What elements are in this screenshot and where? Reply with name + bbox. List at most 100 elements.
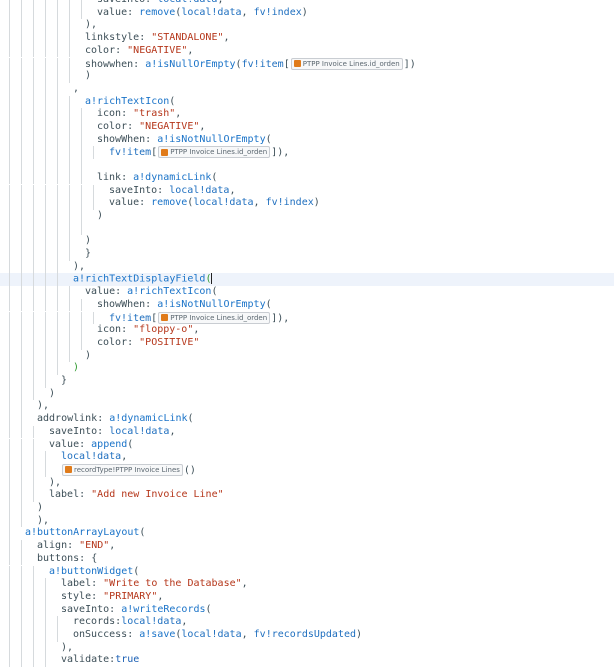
- code-line[interactable]: color: "POSITIVE": [0, 336, 614, 350]
- code-line[interactable]: ): [0, 209, 614, 223]
- code-line[interactable]: ),: [0, 19, 614, 33]
- code-line[interactable]: recordType!PTPP Invoice Lines(): [0, 463, 614, 477]
- code-line[interactable]: ),: [0, 514, 614, 528]
- code-line[interactable]: ): [0, 235, 614, 248]
- code-line[interactable]: value: append(: [0, 438, 614, 452]
- record-field-chip[interactable]: PTPP Invoice Lines.id_orden: [290, 57, 403, 70]
- code-line[interactable]: local!data,: [0, 451, 614, 464]
- code-line-content: showWhen: a!isNotNullOrEmpty(: [97, 134, 272, 147]
- record-field-chip[interactable]: PTPP Invoice Lines.id_orden: [158, 146, 271, 159]
- code-line[interactable]: records:local!data,: [0, 616, 614, 629]
- code-line[interactable]: ): [0, 70, 614, 83]
- indent-guide: [9, 413, 10, 426]
- code-line[interactable]: saveInto: local!data,: [0, 184, 614, 198]
- indent-guide: [21, 349, 22, 363]
- code-line[interactable]: showWhen: a!isNotNullOrEmpty(: [0, 133, 614, 147]
- code-line[interactable]: a!richTextIcon(: [0, 95, 614, 109]
- code-line[interactable]: ): [0, 349, 614, 363]
- code-line[interactable]: }: [0, 375, 614, 388]
- code-line[interactable]: icon: "trash",: [0, 108, 614, 121]
- code-line[interactable]: ,: [0, 82, 614, 96]
- code-line[interactable]: [0, 159, 614, 172]
- code-line[interactable]: style: "PRIMARY",: [0, 590, 614, 604]
- code-line-current[interactable]: a!richTextDisplayField(: [0, 273, 614, 287]
- indent-guide: [45, 336, 46, 350]
- code-token: ,: [241, 6, 254, 18]
- indent-guide: [33, 578, 34, 591]
- code-line[interactable]: }: [0, 248, 614, 261]
- indent-guide: [45, 121, 46, 134]
- code-line[interactable]: label: "Add new Invoice Line": [0, 489, 614, 502]
- record-field-chip[interactable]: PTPP Invoice Lines.id_orden: [158, 311, 271, 324]
- code-line[interactable]: ): [0, 502, 614, 515]
- indent-guide: [57, 44, 58, 58]
- code-line[interactable]: a!buttonWidget(: [0, 565, 614, 579]
- code-line[interactable]: value: remove(local!data, fv!index): [0, 6, 614, 20]
- code-line[interactable]: value: remove(local!data, fv!index): [0, 197, 614, 210]
- indent-guide: [9, 184, 10, 198]
- indent-guide: [45, 654, 46, 668]
- indent-guide: [21, 0, 22, 7]
- code-token: value: [49, 438, 80, 450]
- record-field-chip[interactable]: recordType!PTPP Invoice Lines: [62, 463, 183, 476]
- indent-guide: [45, 248, 46, 261]
- code-line[interactable]: validate:true: [0, 654, 614, 668]
- indent-guide: [57, 121, 58, 134]
- code-token: ]),: [271, 147, 290, 159]
- code-token: :: [145, 133, 158, 145]
- code-line[interactable]: ),: [0, 476, 614, 490]
- code-line[interactable]: label: "Write to the Database",: [0, 578, 614, 591]
- indent-guide: [45, 171, 46, 185]
- code-line[interactable]: ): [0, 362, 614, 375]
- code-token: style: [61, 590, 92, 602]
- code-line[interactable]: align: "END",: [0, 540, 614, 553]
- code-line[interactable]: value: a!richTextIcon(: [0, 286, 614, 299]
- code-line[interactable]: ),: [0, 260, 614, 274]
- code-token: ): [49, 387, 56, 399]
- code-line[interactable]: a!buttonArrayLayout(: [0, 527, 614, 541]
- code-line[interactable]: saveInto: local!data,: [0, 0, 614, 7]
- indent-guide: [21, 133, 22, 147]
- code-line[interactable]: ),: [0, 641, 614, 655]
- indent-guide: [45, 235, 46, 248]
- code-line[interactable]: color: "NEGATIVE",: [0, 121, 614, 134]
- code-line[interactable]: fv!item[PTPP Invoice Lines.id_orden]),: [0, 311, 614, 325]
- code-line-content: showwhen: a!isNullOrEmpty(fv!item[PTPP I…: [85, 57, 416, 72]
- code-line[interactable]: color: "NEGATIVE",: [0, 44, 614, 58]
- code-line[interactable]: saveInto: a!writeRecords(: [0, 603, 614, 617]
- code-token: showWhen: [97, 133, 146, 145]
- indent-guide: [45, 273, 46, 287]
- indent-guide: [9, 616, 10, 629]
- code-line[interactable]: buttons: {: [0, 552, 614, 566]
- code-line[interactable]: addrowlink: a!dynamicLink(: [0, 413, 614, 426]
- code-line[interactable]: showWhen: a!isNotNullOrEmpty(: [0, 298, 614, 312]
- code-line[interactable]: ): [0, 387, 614, 401]
- code-line[interactable]: link: a!dynamicLink(: [0, 171, 614, 185]
- code-editor[interactable]: saveInto: local!data,value: remove(local…: [0, 0, 614, 669]
- code-line[interactable]: icon: "floppy-o",: [0, 324, 614, 337]
- code-line[interactable]: fv!item[PTPP Invoice Lines.id_orden]),: [0, 146, 614, 160]
- code-line-content: value: append(: [49, 439, 133, 452]
- indent-guide: [81, 133, 82, 147]
- indent-guide: [81, 6, 82, 20]
- indent-guide: [21, 209, 22, 223]
- code-line[interactable]: onSuccess: a!save(local!data, fv!records…: [0, 629, 614, 642]
- code-token: fv!item: [109, 312, 152, 324]
- code-token: ,: [229, 184, 236, 196]
- code-line[interactable]: showwhen: a!isNullOrEmpty(fv!item[PTPP I…: [0, 57, 614, 72]
- code-line-content: align: "END",: [37, 540, 115, 553]
- code-token: :: [115, 44, 128, 56]
- code-line[interactable]: saveInto: local!data,: [0, 425, 614, 439]
- code-token: icon: [97, 324, 122, 336]
- indent-guide: [9, 654, 10, 668]
- indent-guide: [45, 6, 46, 20]
- code-line[interactable]: ),: [0, 400, 614, 414]
- indent-guide: [69, 6, 70, 20]
- code-line[interactable]: linkstyle: "STANDALONE",: [0, 32, 614, 45]
- code-line[interactable]: [0, 222, 614, 236]
- indent-guide: [21, 552, 22, 566]
- indent-guide: [33, 70, 34, 83]
- indent-guide: [33, 222, 34, 236]
- code-token: value: [97, 6, 128, 18]
- code-token: ),: [85, 19, 98, 31]
